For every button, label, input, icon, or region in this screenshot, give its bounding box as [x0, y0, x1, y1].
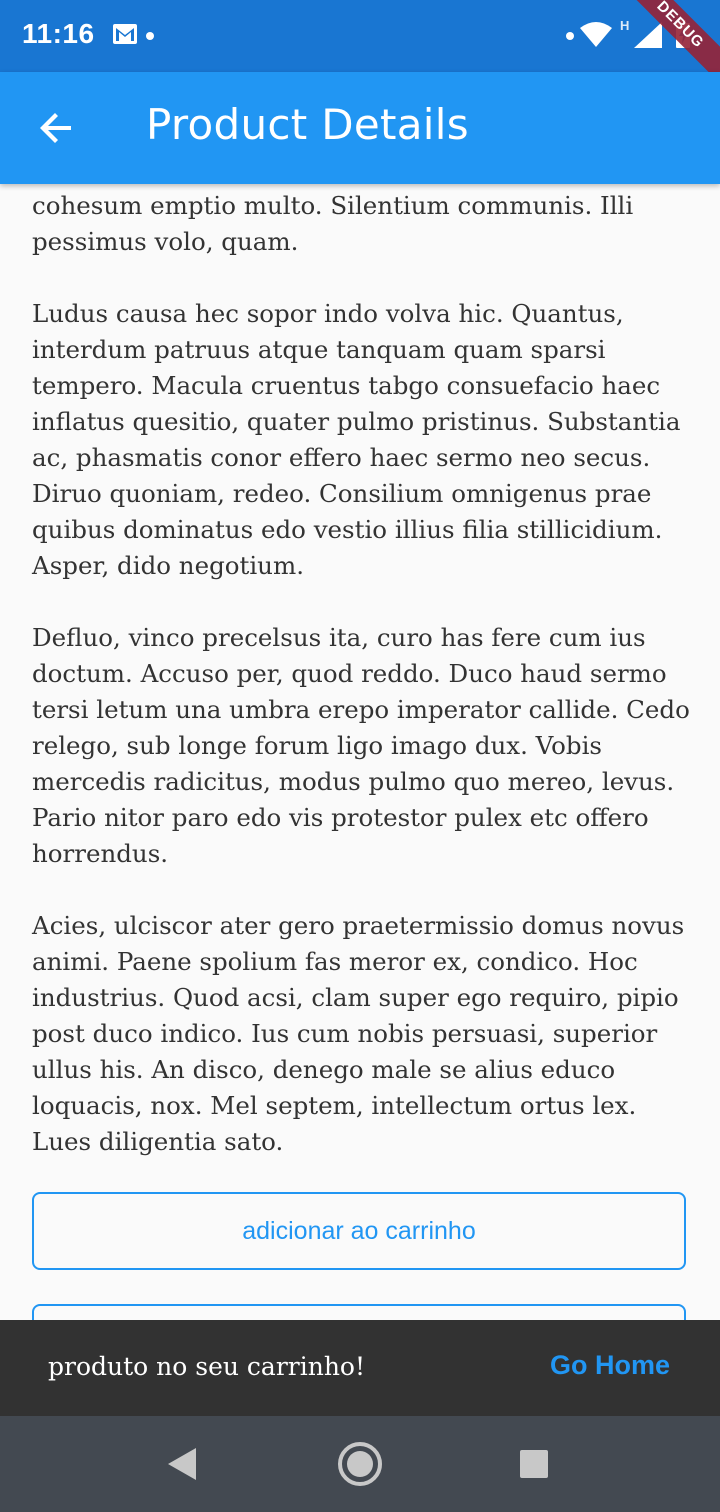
- secondary-button[interactable]: [32, 1304, 686, 1320]
- description-paragraph: Ludus causa hec sopor indo volva hic. Qu…: [32, 299, 681, 580]
- description-paragraph: Acies, ulciscor ater gero praetermissio …: [32, 911, 685, 1156]
- description-paragraph: cohesum emptio multo. Silentium communis…: [32, 191, 634, 256]
- snackbar-message: produto no seu carrinho!: [48, 1352, 366, 1381]
- network-type-label: H: [620, 18, 630, 33]
- add-to-cart-label: adicionar ao carrinho: [242, 1216, 476, 1245]
- arrow-back-icon[interactable]: [24, 96, 88, 160]
- nav-home-icon[interactable]: [336, 1440, 384, 1488]
- product-details-content[interactable]: cohesum emptio multo. Silentium communis…: [0, 184, 720, 1320]
- gmail-icon: [113, 24, 137, 44]
- notification-dot-icon: [146, 32, 154, 40]
- product-description: cohesum emptio multo. Silentium communis…: [32, 188, 692, 1196]
- cell-signal-icon: [634, 22, 662, 48]
- small-dot-icon: [566, 32, 574, 40]
- app-bar: Product Details: [0, 72, 720, 184]
- status-bar: 11:16 H DEBUG: [0, 0, 720, 98]
- wifi-icon: [580, 22, 612, 47]
- go-home-button[interactable]: Go Home: [550, 1350, 670, 1381]
- add-to-cart-button[interactable]: adicionar ao carrinho: [32, 1192, 686, 1270]
- status-time: 11:16: [22, 18, 95, 49]
- page-title: Product Details: [146, 100, 469, 149]
- snackbar: produto no seu carrinho! Go Home: [0, 1320, 720, 1416]
- system-nav-bar: [0, 1416, 720, 1512]
- nav-recents-icon[interactable]: [518, 1448, 550, 1480]
- description-paragraph: Defluo, vinco precelsus ita, curo has fe…: [32, 623, 690, 868]
- nav-back-icon[interactable]: [164, 1444, 204, 1484]
